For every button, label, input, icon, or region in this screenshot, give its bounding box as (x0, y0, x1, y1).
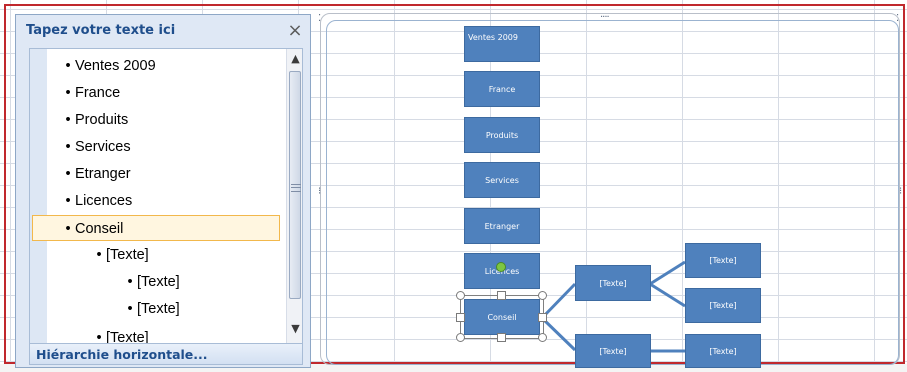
resize-handle-icon[interactable] (497, 333, 506, 342)
node-services[interactable]: Services (464, 162, 540, 198)
node-texte[interactable]: [Texte] (685, 288, 761, 323)
connector-line (649, 282, 686, 308)
resize-handle-icon[interactable] (497, 291, 506, 300)
resize-handle-icon[interactable] (456, 291, 465, 300)
connector-line (649, 260, 686, 286)
resize-handle-icon[interactable] (538, 333, 547, 342)
resize-handle-icon[interactable] (456, 313, 465, 322)
node-texte[interactable]: [Texte] (685, 334, 761, 368)
connector-lines (540, 260, 686, 353)
connector-line (540, 316, 577, 352)
node-texte[interactable]: [Texte] (575, 334, 651, 368)
node-france[interactable]: France (464, 71, 540, 107)
node-texte[interactable]: [Texte] (685, 243, 761, 278)
node-ventes-2009[interactable]: Ventes 2009 (464, 26, 540, 62)
node-texte[interactable]: [Texte] (575, 265, 651, 301)
resize-handle-icon[interactable] (456, 333, 465, 342)
node-produits[interactable]: Produits (464, 117, 540, 153)
node-etranger[interactable]: Etranger (464, 208, 540, 244)
rotate-handle-icon[interactable] (496, 262, 506, 272)
resize-handle-icon[interactable] (538, 313, 547, 322)
resize-handle-icon[interactable] (538, 291, 547, 300)
